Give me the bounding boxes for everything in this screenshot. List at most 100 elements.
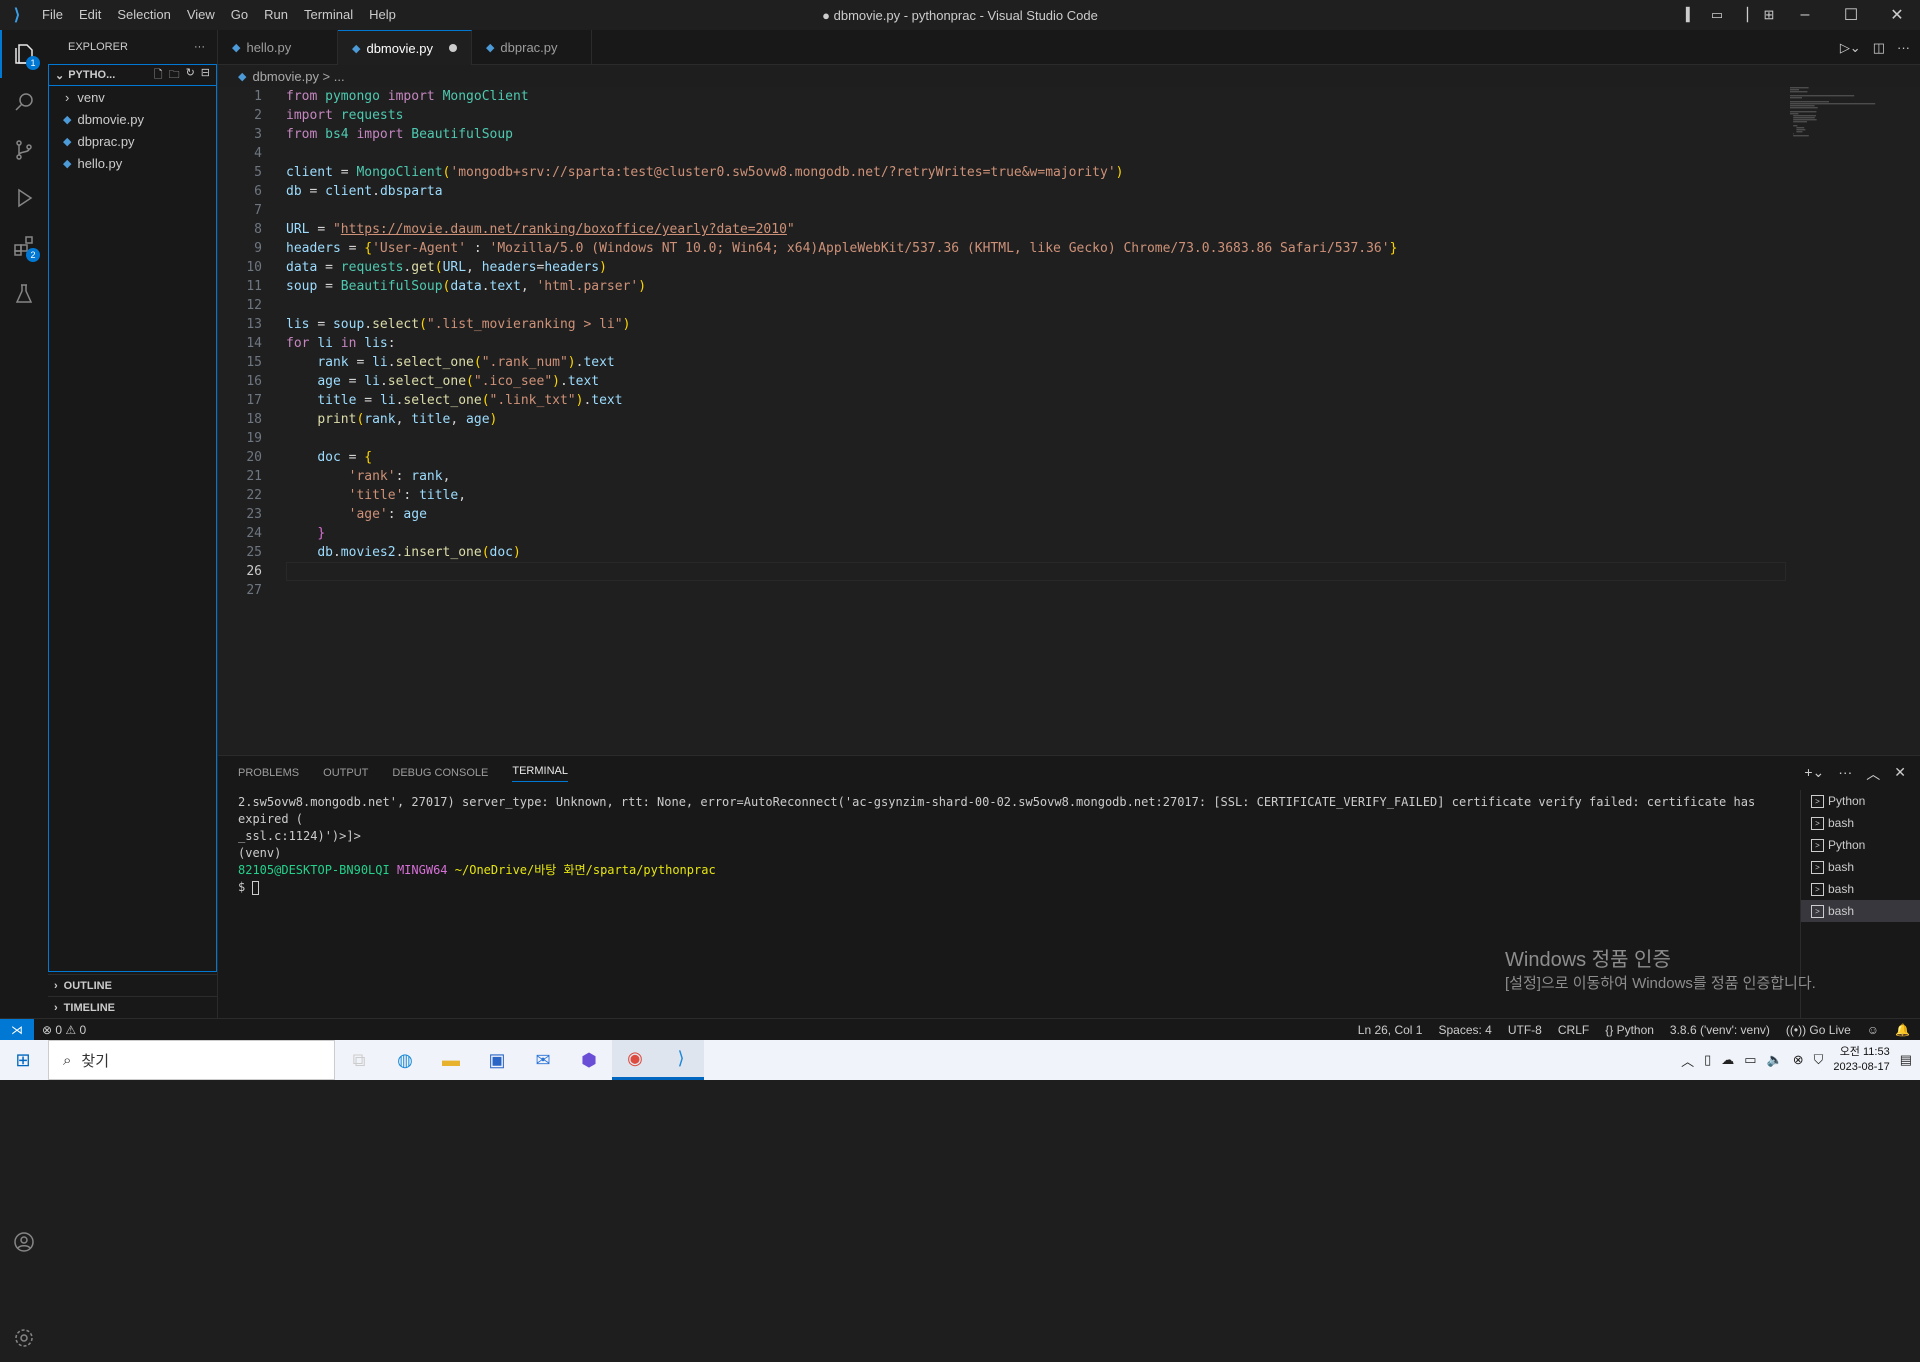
- taskbar-search[interactable]: ⌕ 찾기: [48, 1040, 335, 1080]
- more-actions-icon[interactable]: ···: [1838, 764, 1852, 784]
- customize-layout-icon[interactable]: ⊞: [1756, 7, 1782, 23]
- menu-file[interactable]: File: [34, 0, 71, 30]
- collapse-all-icon[interactable]: ⊟: [201, 66, 210, 85]
- tray-app-icon[interactable]: ⛉: [1814, 1052, 1824, 1068]
- tree-file-hello[interactable]: ◆ hello.py: [49, 152, 216, 174]
- code-line[interactable]: 13 lis = soup.select(".list_movieranking …: [218, 315, 1397, 334]
- code-line[interactable]: 3 from bs4 import BeautifulSoup: [218, 125, 1397, 144]
- terminal-list-item[interactable]: > bash: [1801, 900, 1920, 922]
- toggle-sidebar-icon[interactable]: ▍: [1678, 7, 1704, 23]
- code-line[interactable]: 2 import requests: [218, 106, 1397, 125]
- go-live-button[interactable]: ((•)) Go Live: [1786, 1023, 1851, 1037]
- menu-go[interactable]: Go: [223, 0, 256, 30]
- run-debug-icon[interactable]: [0, 174, 48, 222]
- code-line[interactable]: 23 'age': age: [218, 505, 1397, 524]
- language-mode[interactable]: {} Python: [1605, 1023, 1654, 1037]
- code-line[interactable]: 7: [218, 201, 1397, 220]
- tray-app-icon[interactable]: ▯: [1704, 1052, 1711, 1068]
- workspace-section[interactable]: ⌄ PYTHO... 🗋 🗀 ↻ ⊟: [48, 64, 217, 86]
- tree-file-dbprac[interactable]: ◆ dbprac.py: [49, 130, 216, 152]
- tab-dbmovie[interactable]: ◆ dbmovie.py: [338, 30, 472, 65]
- accounts-icon[interactable]: [0, 1218, 48, 1266]
- task-view-icon[interactable]: ⧉: [336, 1040, 382, 1080]
- code-line[interactable]: 26: [218, 562, 1397, 581]
- tab-dbprac[interactable]: ◆ dbprac.py: [472, 30, 592, 65]
- remote-icon[interactable]: ⋊: [0, 1018, 34, 1041]
- encoding[interactable]: UTF-8: [1508, 1023, 1542, 1037]
- explorer-icon[interactable]: 1: [0, 30, 48, 78]
- more-actions-icon[interactable]: ···: [194, 41, 205, 53]
- tree-folder-venv[interactable]: › venv: [49, 86, 216, 108]
- tab-problems[interactable]: PROBLEMS: [238, 767, 299, 779]
- refresh-icon[interactable]: ↻: [186, 66, 195, 85]
- tab-hello[interactable]: ◆ hello.py: [218, 30, 338, 65]
- unsaved-dot-icon[interactable]: [448, 44, 457, 52]
- more-actions-icon[interactable]: ···: [1897, 40, 1910, 55]
- tab-debug-console[interactable]: DEBUG CONSOLE: [392, 767, 488, 779]
- terminal-input-line[interactable]: $: [238, 879, 1798, 896]
- code-line[interactable]: 5 client = MongoClient('mongodb+srv://spa…: [218, 163, 1397, 182]
- split-editor-icon[interactable]: ◫: [1873, 40, 1885, 56]
- outline-section[interactable]: › OUTLINE: [48, 974, 218, 996]
- file-explorer-icon[interactable]: ▬: [428, 1040, 474, 1080]
- teams-icon[interactable]: ⬢: [566, 1040, 612, 1080]
- edge-browser-icon[interactable]: ◍: [382, 1040, 428, 1080]
- notifications-bell-icon[interactable]: 🔔: [1895, 1023, 1910, 1037]
- code-line[interactable]: 9 headers = {'User-Agent' : 'Mozilla/5.0 …: [218, 239, 1397, 258]
- terminal-list-item[interactable]: > Python: [1801, 790, 1920, 812]
- problems-count[interactable]: ⊗ 0 ⚠ 0: [42, 1023, 86, 1037]
- new-folder-icon[interactable]: 🗀: [169, 66, 180, 85]
- vscode-taskbar-icon[interactable]: ⟩: [658, 1040, 704, 1080]
- network-icon[interactable]: ▭: [1744, 1052, 1756, 1068]
- minimize-button[interactable]: –: [1782, 6, 1828, 24]
- menu-edit[interactable]: Edit: [71, 0, 109, 30]
- indentation[interactable]: Spaces: 4: [1438, 1023, 1491, 1037]
- code-line[interactable]: 6 db = client.dbsparta: [218, 182, 1397, 201]
- code-line[interactable]: 19: [218, 429, 1397, 448]
- code-line[interactable]: 18 print(rank, title, age): [218, 410, 1397, 429]
- cursor-position[interactable]: Ln 26, Col 1: [1358, 1023, 1423, 1037]
- notification-center-icon[interactable]: ▤: [1900, 1052, 1912, 1068]
- maximize-button[interactable]: ☐: [1828, 5, 1874, 25]
- clock[interactable]: 오전 11:53 2023-08-17: [1833, 1045, 1889, 1075]
- terminal-output[interactable]: 2.sw5ovw8.mongodb.net', 27017) server_ty…: [238, 794, 1798, 896]
- new-terminal-icon[interactable]: +⌄: [1804, 764, 1824, 784]
- code-line[interactable]: 11 soup = BeautifulSoup(data.text, 'html.…: [218, 277, 1397, 296]
- tray-chevron-up-icon[interactable]: ︿: [1681, 1051, 1694, 1070]
- code-editor[interactable]: 1 from pymongo import MongoClient 2 import …: [218, 87, 1920, 754]
- code-line[interactable]: 22 'title': title,: [218, 486, 1397, 505]
- search-icon[interactable]: [0, 78, 48, 126]
- tray-app-icon[interactable]: ⊗: [1793, 1052, 1804, 1068]
- menu-run[interactable]: Run: [256, 0, 296, 30]
- menu-help[interactable]: Help: [361, 0, 404, 30]
- windows-start-icon[interactable]: ⊞: [0, 1040, 46, 1080]
- code-line[interactable]: 24 }: [218, 524, 1397, 543]
- tab-terminal[interactable]: TERMINAL: [512, 765, 568, 782]
- code-line[interactable]: 20 doc = {: [218, 448, 1397, 467]
- menu-selection[interactable]: Selection: [109, 0, 178, 30]
- code-line[interactable]: 15 rank = li.select_one(".rank_num").tex…: [218, 353, 1397, 372]
- code-line[interactable]: 1 from pymongo import MongoClient: [218, 87, 1397, 106]
- mail-icon[interactable]: ✉: [520, 1040, 566, 1080]
- testing-icon[interactable]: [0, 270, 48, 318]
- code-line[interactable]: 25 db.movies2.insert_one(doc): [218, 543, 1397, 562]
- code-line[interactable]: 10 data = requests.get(URL, headers=heade…: [218, 258, 1397, 277]
- extensions-icon[interactable]: 2: [0, 222, 48, 270]
- close-panel-icon[interactable]: ✕: [1894, 764, 1906, 784]
- code-line[interactable]: 12: [218, 296, 1397, 315]
- tray-app-icon[interactable]: ☁: [1721, 1052, 1734, 1068]
- python-interpreter[interactable]: 3.8.6 ('venv': venv): [1670, 1023, 1770, 1037]
- tab-output[interactable]: OUTPUT: [323, 767, 368, 779]
- maximize-panel-icon[interactable]: ︿: [1866, 764, 1880, 784]
- breadcrumb[interactable]: ◆ dbmovie.py > ...: [218, 65, 345, 87]
- line-ending[interactable]: CRLF: [1558, 1023, 1589, 1037]
- menu-view[interactable]: View: [179, 0, 223, 30]
- minimap[interactable]: [1790, 87, 1890, 147]
- code-line[interactable]: 16 age = li.select_one(".ico_see").text: [218, 372, 1397, 391]
- timeline-section[interactable]: › TIMELINE: [48, 996, 218, 1018]
- tree-file-dbmovie[interactable]: ◆ dbmovie.py: [49, 108, 216, 130]
- toggle-secondary-sidebar-icon[interactable]: ▕: [1730, 7, 1756, 23]
- volume-icon[interactable]: 🔈: [1767, 1052, 1783, 1068]
- close-window-button[interactable]: ✕: [1874, 5, 1920, 25]
- new-file-icon[interactable]: 🗋: [154, 66, 163, 85]
